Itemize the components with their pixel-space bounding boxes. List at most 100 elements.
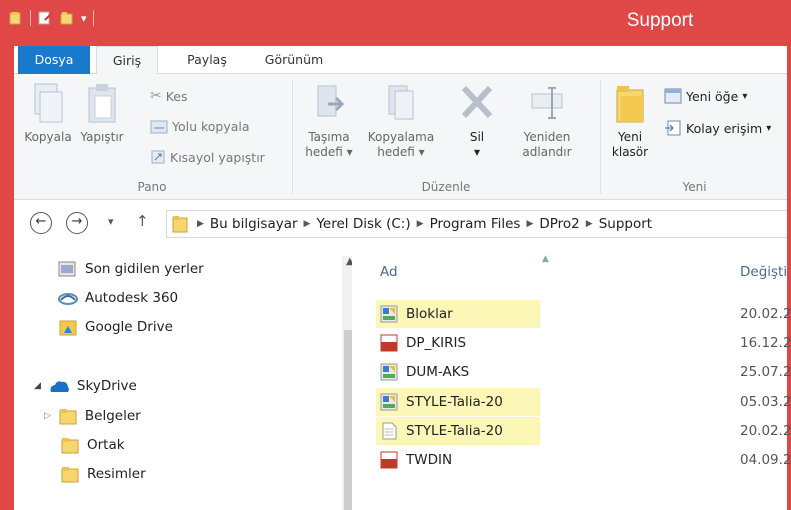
easy-access-button[interactable]: Kolay erişim ▾	[664, 120, 771, 136]
new-item-button[interactable]: Yeni öğe ▾	[664, 88, 747, 104]
breadcrumb-local-disk[interactable]: Yerel Disk (C:)	[316, 216, 410, 232]
delete-x-icon	[461, 85, 493, 119]
new-item-icon	[664, 88, 682, 104]
expanded-arrow-icon[interactable]: ◢	[34, 381, 41, 391]
copy-path-icon	[150, 120, 168, 133]
move-to-button[interactable]: Taşıma hedefi ▾	[298, 82, 360, 160]
qat-separator	[92, 10, 94, 26]
breadcrumb-dpro2[interactable]: DPro2	[539, 216, 579, 232]
copy-icon	[34, 83, 63, 123]
navigation-bar: ← → ▾ ↑ ▶ Bu bilgisayar ▶ Yerel Disk (C:…	[14, 206, 787, 242]
organize-group-label: Düzenle	[421, 180, 471, 194]
file-row[interactable]: STYLE-Talia-20 20.02.2	[376, 417, 791, 445]
breadcrumb-chevron-icon[interactable]: ▶	[304, 219, 311, 229]
clipboard-group: Kopyala Yapıştır ✂ Kes Yolu kopyala Kısa…	[14, 74, 290, 200]
file-row[interactable]: TWDIN 04.09.2	[376, 446, 791, 474]
breadcrumb-chevron-icon[interactable]: ▶	[586, 219, 593, 229]
ribbon-tabs: Dosya Giriş Paylaş Görünüm	[14, 46, 787, 75]
rename-icon	[531, 87, 563, 119]
nav-item-resimler[interactable]: Resimler	[60, 465, 146, 483]
copy-to-button[interactable]: Kopyalama hedefi ▾	[364, 82, 438, 160]
nav-item-recent-places[interactable]: Son gidilen yerler	[58, 260, 204, 278]
window-frame-left	[0, 46, 14, 510]
new-folder-icon	[616, 86, 644, 123]
new-group-label: Yeni	[682, 180, 707, 194]
window-frame-right	[787, 46, 791, 510]
paste-shortcut-icon	[151, 150, 165, 164]
clipboard-group-label: Pano	[137, 180, 167, 194]
dpro-file-icon	[380, 363, 398, 381]
folder-icon	[172, 216, 188, 233]
group-separator	[600, 80, 601, 194]
nav-item-belgeler[interactable]: ▷ Belgeler	[44, 407, 141, 425]
address-bar[interactable]: ▶ Bu bilgisayar ▶ Yerel Disk (C:) ▶ Prog…	[166, 210, 787, 238]
breadcrumb-chevron-icon[interactable]: ▶	[526, 219, 533, 229]
copy-path-button[interactable]: Yolu kopyala	[150, 119, 250, 134]
nav-item-google-drive[interactable]: Google Drive	[58, 318, 173, 336]
forward-button[interactable]: →	[66, 212, 88, 234]
delete-button[interactable]: Sil ▾	[454, 82, 500, 160]
recent-locations-dropdown-icon[interactable]: ▾	[108, 215, 114, 228]
folder-icon	[59, 409, 77, 425]
title-bar: ▾ Support	[0, 0, 791, 46]
scissors-icon: ✂	[150, 88, 162, 104]
copy-to-icon	[388, 85, 414, 120]
shx-file-icon	[380, 451, 398, 469]
new-item-dropdown-icon: ▾	[742, 90, 748, 102]
text-file-icon	[382, 422, 397, 440]
nav-item-skydrive[interactable]: ◢ SkyDrive	[34, 378, 137, 394]
tab-file[interactable]: Dosya	[18, 46, 90, 74]
breadcrumb-support[interactable]: Support	[599, 216, 652, 232]
breadcrumb-this-pc[interactable]: Bu bilgisayar	[210, 216, 298, 232]
column-header-name[interactable]: Ad	[380, 264, 398, 280]
skydrive-icon	[50, 381, 69, 392]
dpro-file-icon	[380, 393, 398, 411]
copy-button[interactable]: Kopyala	[22, 82, 74, 145]
google-drive-folder-icon	[59, 320, 77, 336]
nav-item-ortak[interactable]: Ortak	[60, 436, 125, 454]
column-header-date[interactable]: Değişti	[740, 264, 787, 280]
back-button[interactable]: ←	[30, 212, 52, 234]
back-arrow-icon: ←	[35, 214, 47, 229]
window-title: Support	[626, 10, 694, 31]
file-row[interactable]: DP_KIRIS 16.12.2	[376, 329, 791, 357]
paste-shortcut-button[interactable]: Kısayol yapıştır	[150, 149, 265, 165]
properties-icon[interactable]	[37, 10, 53, 26]
tab-home[interactable]: Giriş	[96, 46, 158, 75]
dpro-file-icon	[380, 305, 398, 323]
forward-arrow-icon: →	[71, 214, 83, 229]
breadcrumb-chevron-icon[interactable]: ▶	[417, 219, 424, 229]
rename-button[interactable]: Yeniden adlandır	[512, 82, 582, 160]
new-group: Yeni klasör Yeni öğe ▾ Kolay erişim ▾ Ye…	[602, 74, 787, 200]
new-folder-button[interactable]: Yeni klasör	[608, 82, 652, 160]
file-row[interactable]: DUM-AKS 25.07.2	[376, 358, 791, 386]
cuix-file-icon	[380, 334, 398, 352]
easy-access-dropdown-icon: ▾	[766, 122, 772, 134]
recent-places-icon	[58, 261, 76, 277]
organize-group: Taşıma hedefi ▾ Kopyalama hedefi ▾ Sil ▾…	[294, 74, 598, 200]
file-list: ▲ Ad Değişti Bloklar 20.02.2 DP_KIRIS 16…	[352, 244, 791, 510]
group-separator	[292, 80, 293, 194]
breadcrumb-chevron-icon[interactable]: ▶	[197, 219, 204, 229]
navigation-pane: Son gidilen yerler Autodesk 360 Google D…	[14, 244, 362, 510]
row-highlight	[376, 300, 540, 328]
cut-button[interactable]: ✂ Kes	[150, 88, 188, 104]
sort-ascending-icon: ▲	[542, 254, 549, 264]
file-row[interactable]: STYLE-Talia-20 05.03.2	[376, 388, 791, 416]
qat-separator	[30, 10, 31, 26]
nav-item-autodesk-360[interactable]: Autodesk 360	[58, 289, 178, 307]
paste-button[interactable]: Yapıştır	[74, 82, 130, 145]
qat-dropdown-icon[interactable]: ▾	[81, 12, 87, 25]
up-arrow-icon[interactable]: ↑	[136, 212, 149, 230]
folder-icon[interactable]	[8, 10, 24, 26]
new-folder-icon[interactable]	[59, 10, 75, 26]
delete-dropdown-icon[interactable]: ▾	[454, 145, 500, 160]
breadcrumb-program-files[interactable]: Program Files	[430, 216, 521, 232]
tab-share[interactable]: Paylaş	[176, 46, 238, 74]
tab-view[interactable]: Görünüm	[254, 46, 334, 74]
autodesk-cloud-icon	[58, 293, 78, 305]
file-row[interactable]: Bloklar 20.02.2	[376, 300, 791, 328]
quick-access-toolbar: ▾	[8, 10, 94, 26]
collapsed-arrow-icon[interactable]: ▷	[44, 411, 51, 421]
move-to-icon	[317, 85, 345, 117]
